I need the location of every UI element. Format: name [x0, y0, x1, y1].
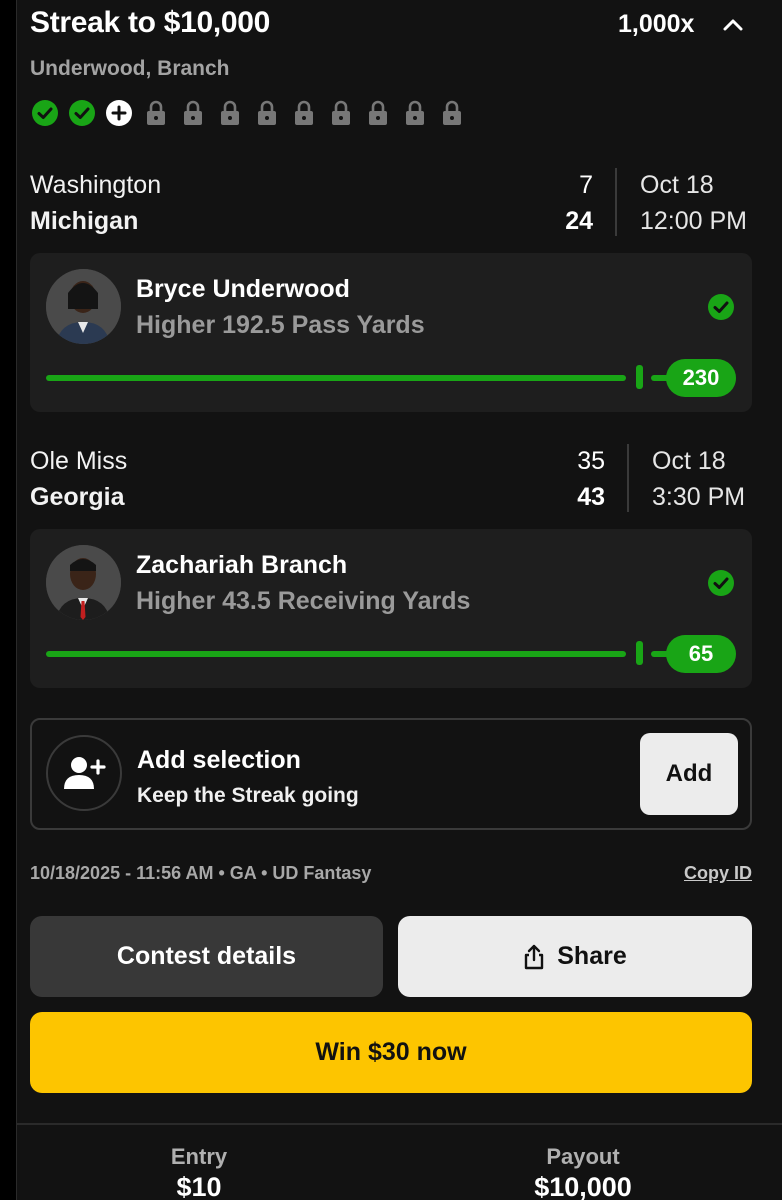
contest-details-button[interactable]: Contest details	[30, 916, 383, 997]
game-date: Oct 18	[640, 171, 714, 199]
divider	[627, 444, 629, 512]
add-selection-subtitle: Keep the Streak going	[137, 784, 359, 807]
away-score: 7	[579, 171, 593, 199]
player-name: Zachariah Branch	[136, 551, 348, 579]
step-completed-icon	[31, 99, 59, 127]
streak-players: Underwood, Branch	[30, 57, 230, 80]
contest-details-label: Contest details	[116, 942, 297, 970]
step-locked-icon	[327, 99, 355, 127]
step-completed-icon	[68, 99, 96, 127]
streak-title: Streak to $10,000	[30, 6, 271, 39]
streak-progress	[31, 99, 466, 127]
payout-label: Payout	[546, 1144, 620, 1169]
share-icon	[525, 944, 544, 969]
share-button[interactable]: Share	[398, 916, 752, 997]
away-team: Washington	[30, 171, 162, 199]
check-circle-icon	[708, 294, 734, 320]
step-locked-icon	[438, 99, 466, 127]
game-time: 3:30 PM	[652, 483, 746, 511]
add-user-icon	[46, 735, 122, 811]
step-locked-icon	[253, 99, 281, 127]
result-pill: 65	[666, 635, 736, 673]
pick-line: Higher 43.5 Receiving Yards	[136, 587, 471, 615]
entry-meta: 10/18/2025 - 11:56 AM • GA • UD Fantasy	[30, 863, 372, 883]
share-label: Share	[557, 942, 627, 970]
add-selection-title: Add selection	[137, 746, 301, 774]
copy-id-link[interactable]: Copy ID	[684, 863, 752, 884]
step-add-icon[interactable]	[105, 99, 133, 127]
step-locked-icon	[216, 99, 244, 127]
payout-value: $10,000	[534, 1172, 632, 1200]
win-now-label: Win $30 now	[315, 1038, 467, 1066]
step-locked-icon	[142, 99, 170, 127]
result-pill: 230	[666, 359, 736, 397]
divider	[615, 168, 617, 236]
pick-line: Higher 192.5 Pass Yards	[136, 311, 425, 339]
entry-label: Entry	[170, 1144, 228, 1169]
home-team: Michigan	[30, 207, 139, 235]
entry-value: $10	[176, 1172, 222, 1200]
player-avatar	[46, 269, 121, 344]
away-team: Ole Miss	[30, 447, 128, 475]
progress-track	[46, 375, 626, 381]
home-score: 24	[565, 207, 593, 235]
game-time: 12:00 PM	[640, 207, 748, 235]
player-name: Bryce Underwood	[136, 275, 350, 303]
step-locked-icon	[179, 99, 207, 127]
step-locked-icon	[401, 99, 429, 127]
home-score: 43	[577, 483, 605, 511]
chevron-up-icon[interactable]	[722, 14, 744, 36]
step-locked-icon	[364, 99, 392, 127]
pick-card[interactable]: Bryce Underwood Higher 192.5 Pass Yards …	[30, 253, 752, 412]
game-date: Oct 18	[652, 447, 726, 475]
add-selection-card[interactable]: Add selection Keep the Streak going Add	[30, 718, 752, 830]
player-avatar	[46, 545, 121, 620]
progress-track	[46, 651, 626, 657]
home-team: Georgia	[30, 483, 125, 511]
pick-card[interactable]: Zachariah Branch Higher 43.5 Receiving Y…	[30, 529, 752, 688]
footer-divider	[16, 1123, 782, 1125]
step-locked-icon	[290, 99, 318, 127]
line-marker	[636, 365, 643, 389]
multiplier: 1,000x	[618, 10, 695, 38]
win-now-button[interactable]: Win $30 now	[30, 1012, 752, 1093]
add-button[interactable]: Add	[640, 733, 738, 815]
away-score: 35	[577, 447, 605, 475]
line-marker	[636, 641, 643, 665]
check-circle-icon	[708, 570, 734, 596]
